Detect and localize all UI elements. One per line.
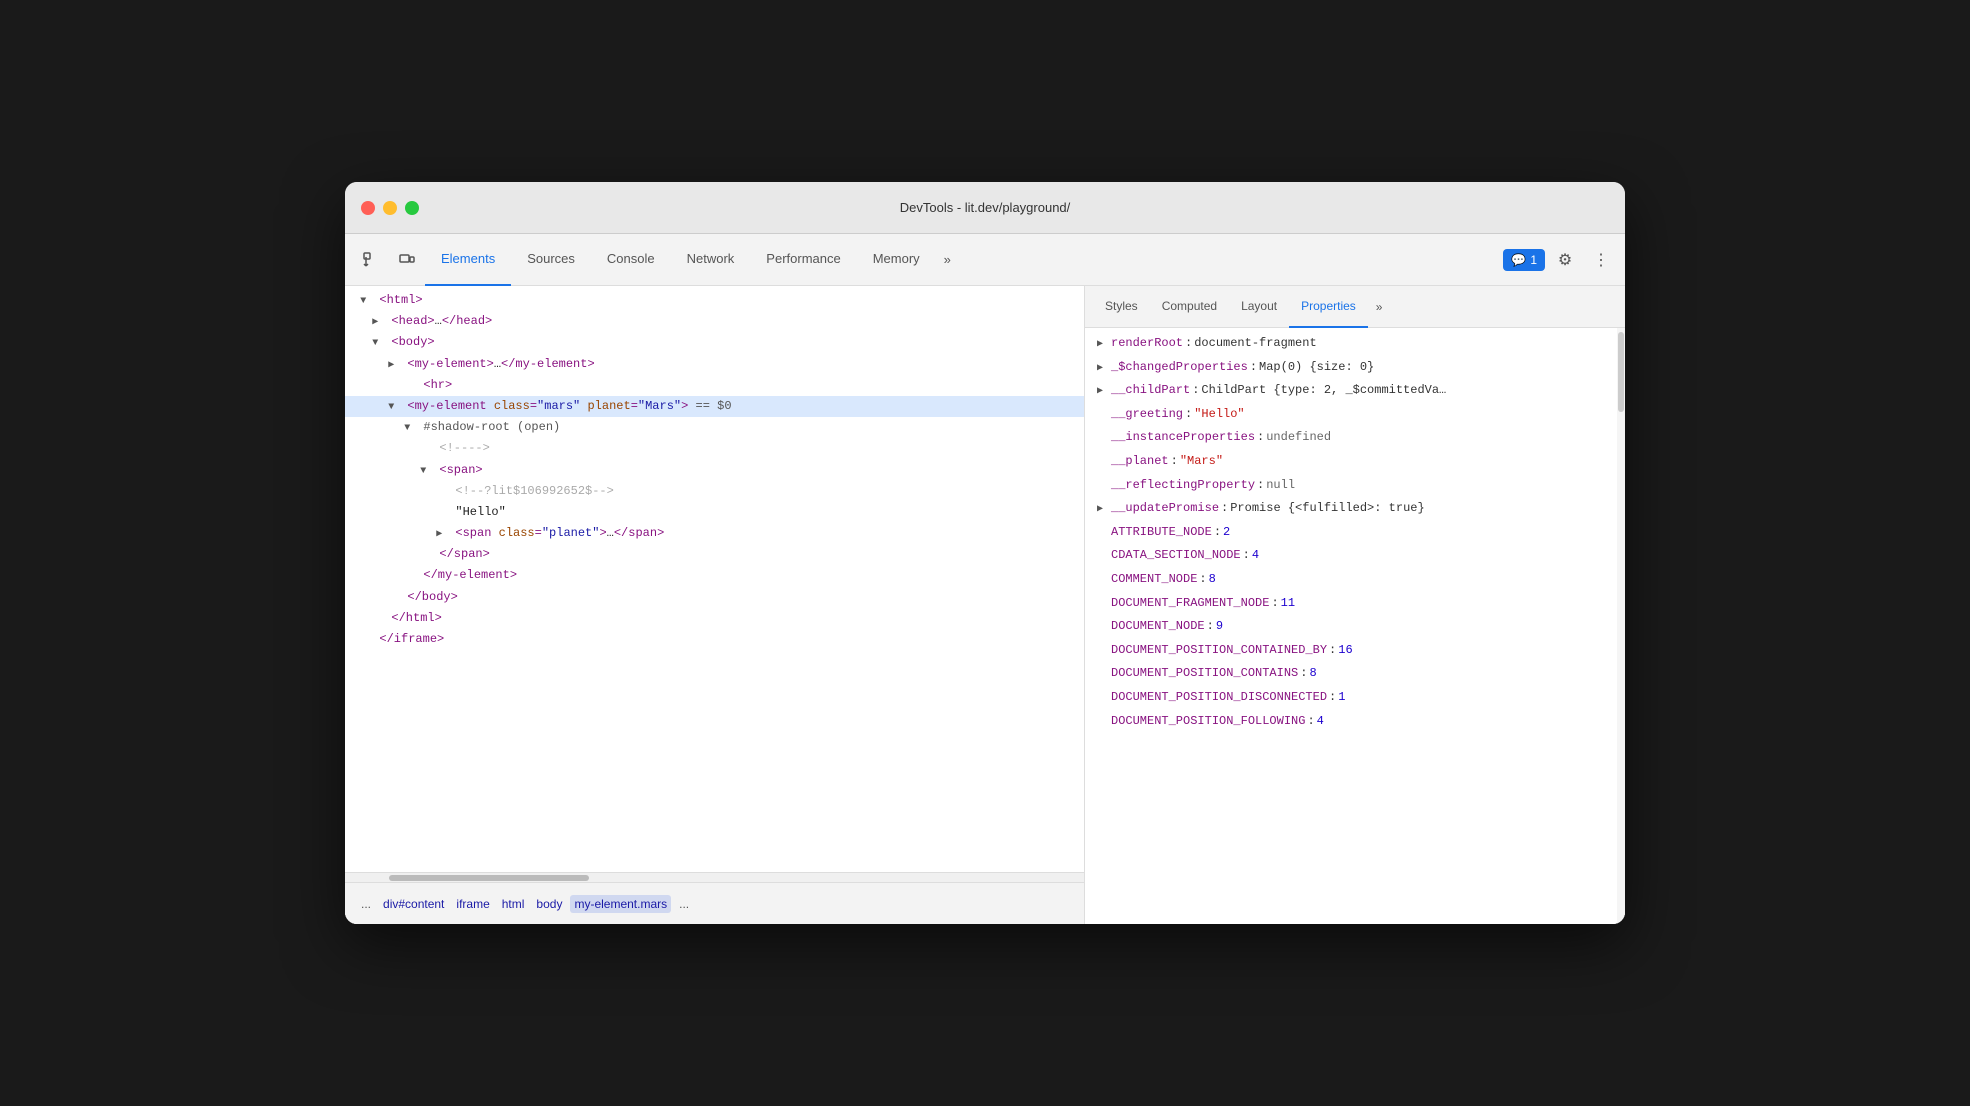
- prop-ATTRIBUTE_NODE[interactable]: ATTRIBUTE_NODE: 2: [1085, 521, 1617, 545]
- dom-line-body-close[interactable]: </body>: [345, 587, 1084, 608]
- dom-line-hr[interactable]: <hr>: [345, 375, 1084, 396]
- badge-icon: 💬: [1511, 253, 1526, 267]
- tabs-overflow-btn[interactable]: »: [936, 234, 959, 286]
- prop-triangle-childPart[interactable]: ▶: [1097, 383, 1111, 401]
- tabs-bar: Elements Sources Console Network Perform…: [345, 234, 1625, 286]
- prop-greeting[interactable]: __greeting: "Hello": [1085, 403, 1617, 427]
- prop-reflectingProperty[interactable]: __reflectingProperty: null: [1085, 474, 1617, 498]
- prop-childPart[interactable]: ▶ __childPart: ChildPart {type: 2, _$com…: [1085, 379, 1617, 403]
- prop-updatePromise[interactable]: ▶ __updatePromise: Promise {<fulfilled>:…: [1085, 497, 1617, 521]
- prop-changedProperties[interactable]: ▶ _$changedProperties: Map(0) {size: 0}: [1085, 356, 1617, 380]
- props-scroll-area: ▶ renderRoot: document-fragment ▶ _$chan…: [1085, 328, 1625, 924]
- props-tabs-overflow[interactable]: »: [1368, 286, 1391, 328]
- props-scrollbar[interactable]: [1617, 328, 1625, 924]
- minimize-button[interactable]: [383, 201, 397, 215]
- breadcrumb-item-body[interactable]: body: [532, 895, 566, 913]
- device-icon[interactable]: [389, 242, 425, 278]
- prop-DOCUMENT_POSITION_CONTAINED_BY[interactable]: DOCUMENT_POSITION_CONTAINED_BY: 16: [1085, 639, 1617, 663]
- tab-memory[interactable]: Memory: [857, 234, 936, 286]
- breadcrumb-item-div[interactable]: div#content: [379, 895, 448, 913]
- dom-line-lit-comment[interactable]: <!--?lit$106992652$-->: [345, 481, 1084, 502]
- dom-scrollbar-thumb[interactable]: [389, 875, 589, 881]
- breadcrumb-bar: ... div#content iframe html body my-elem…: [345, 882, 1084, 924]
- prop-DOCUMENT_FRAGMENT_NODE[interactable]: DOCUMENT_FRAGMENT_NODE: 11: [1085, 592, 1617, 616]
- triangle-html[interactable]: [360, 294, 372, 310]
- props-tab-properties[interactable]: Properties: [1289, 286, 1368, 328]
- prop-triangle-changed[interactable]: ▶: [1097, 360, 1111, 378]
- props-tab-styles[interactable]: Styles: [1093, 286, 1150, 328]
- badge-count: 1: [1530, 253, 1537, 267]
- titlebar: DevTools - lit.dev/playground/: [345, 182, 1625, 234]
- main-tabs: Elements Sources Console Network Perform…: [425, 234, 1503, 286]
- prop-DOCUMENT_NODE[interactable]: DOCUMENT_NODE: 9: [1085, 615, 1617, 639]
- dom-line-iframe-close[interactable]: </iframe>: [345, 629, 1084, 650]
- dom-line-span-planet[interactable]: <span class="planet">…</span>: [345, 523, 1084, 544]
- dom-line-span-open[interactable]: <span>: [345, 460, 1084, 481]
- close-button[interactable]: [361, 201, 375, 215]
- triangle-my-element-mars[interactable]: [388, 400, 400, 416]
- main-content: <html> <head>…</head> <body>: [345, 286, 1625, 924]
- prop-triangle-renderRoot[interactable]: ▶: [1097, 336, 1111, 354]
- dom-panel: <html> <head>…</head> <body>: [345, 286, 1085, 924]
- triangle-body[interactable]: [372, 336, 384, 352]
- inspector-icon[interactable]: [353, 242, 389, 278]
- breadcrumb-item-iframe[interactable]: iframe: [452, 895, 493, 913]
- props-tab-layout[interactable]: Layout: [1229, 286, 1289, 328]
- dom-scrollbar[interactable]: [345, 872, 1084, 882]
- properties-panel: Styles Computed Layout Properties »: [1085, 286, 1625, 924]
- dom-line-my-element-1[interactable]: <my-element>…</my-element>: [345, 354, 1084, 375]
- breadcrumb-item-my-element[interactable]: my-element.mars: [570, 895, 671, 913]
- prop-DOCUMENT_POSITION_FOLLOWING[interactable]: DOCUMENT_POSITION_FOLLOWING: 4: [1085, 710, 1617, 734]
- triangle-span-open[interactable]: [420, 464, 432, 480]
- dom-line-head[interactable]: <head>…</head>: [345, 311, 1084, 332]
- tab-performance[interactable]: Performance: [750, 234, 856, 286]
- dom-line-hello[interactable]: "Hello": [345, 502, 1084, 523]
- traffic-lights: [361, 201, 419, 215]
- tab-elements[interactable]: Elements: [425, 234, 511, 286]
- dom-line-html[interactable]: <html>: [345, 290, 1084, 311]
- prop-COMMENT_NODE[interactable]: COMMENT_NODE: 8: [1085, 568, 1617, 592]
- tab-network[interactable]: Network: [671, 234, 751, 286]
- prop-instanceProperties[interactable]: __instanceProperties: undefined: [1085, 426, 1617, 450]
- dom-line-my-element-mars[interactable]: <my-element class="mars" planet="Mars"> …: [345, 396, 1084, 417]
- triangle-shadow-root[interactable]: [404, 421, 416, 437]
- devtools-body: Elements Sources Console Network Perform…: [345, 234, 1625, 924]
- props-tab-computed[interactable]: Computed: [1150, 286, 1229, 328]
- prop-DOCUMENT_POSITION_DISCONNECTED[interactable]: DOCUMENT_POSITION_DISCONNECTED: 1: [1085, 686, 1617, 710]
- prop-renderRoot[interactable]: ▶ renderRoot: document-fragment: [1085, 332, 1617, 356]
- more-icon[interactable]: ⋮: [1585, 244, 1617, 276]
- settings-icon[interactable]: ⚙: [1549, 244, 1581, 276]
- badge-button[interactable]: 💬 1: [1503, 249, 1545, 271]
- dom-line-body[interactable]: <body>: [345, 332, 1084, 353]
- devtools-window: DevTools - lit.dev/playground/ Elements: [345, 182, 1625, 924]
- dom-tree[interactable]: <html> <head>…</head> <body>: [345, 286, 1084, 872]
- prop-triangle-updatePromise[interactable]: ▶: [1097, 501, 1111, 519]
- dom-line-comment-1[interactable]: <!---->: [345, 438, 1084, 459]
- triangle-span-planet[interactable]: [436, 527, 448, 543]
- dom-line-my-element-close[interactable]: </my-element>: [345, 565, 1084, 586]
- triangle-my-element-1[interactable]: [388, 358, 400, 374]
- props-content[interactable]: ▶ renderRoot: document-fragment ▶ _$chan…: [1085, 328, 1617, 924]
- window-title: DevTools - lit.dev/playground/: [900, 200, 1071, 215]
- triangle-head[interactable]: [372, 315, 384, 331]
- prop-CDATA_SECTION_NODE[interactable]: CDATA_SECTION_NODE: 4: [1085, 544, 1617, 568]
- props-scrollbar-thumb[interactable]: [1618, 332, 1624, 412]
- tabs-right-actions: 💬 1 ⚙ ⋮: [1503, 244, 1617, 276]
- prop-planet[interactable]: __planet: "Mars": [1085, 450, 1617, 474]
- breadcrumb-dots[interactable]: ...: [357, 895, 375, 913]
- maximize-button[interactable]: [405, 201, 419, 215]
- breadcrumb-item-html[interactable]: html: [498, 895, 529, 913]
- prop-DOCUMENT_POSITION_CONTAINS[interactable]: DOCUMENT_POSITION_CONTAINS: 8: [1085, 662, 1617, 686]
- dom-line-span-close[interactable]: </span>: [345, 544, 1084, 565]
- tab-console[interactable]: Console: [591, 234, 671, 286]
- dom-line-html-close[interactable]: </html>: [345, 608, 1084, 629]
- props-tabs-bar: Styles Computed Layout Properties »: [1085, 286, 1625, 328]
- breadcrumb-overflow[interactable]: ...: [675, 895, 693, 913]
- tab-sources[interactable]: Sources: [511, 234, 591, 286]
- dom-line-shadow-root[interactable]: #shadow-root (open): [345, 417, 1084, 438]
